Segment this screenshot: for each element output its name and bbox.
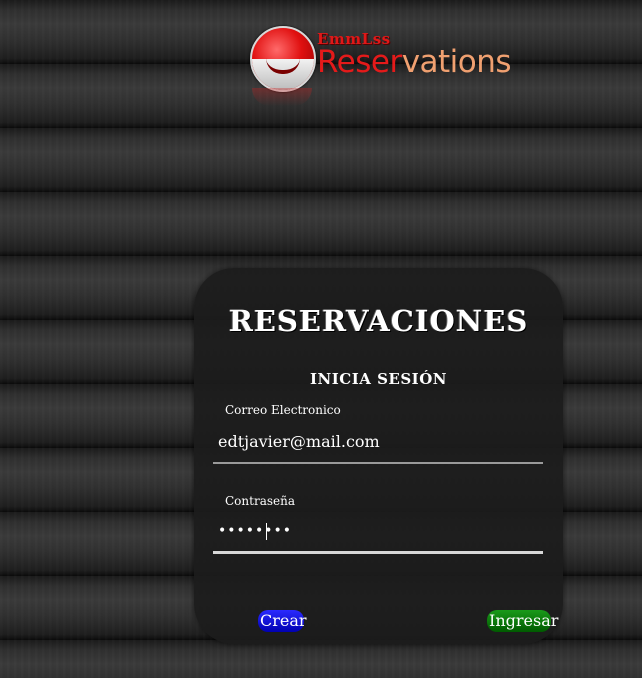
logo-title-part1: Reser bbox=[317, 44, 402, 80]
password-field[interactable]: •••••••• bbox=[213, 514, 543, 548]
logo-title-part2: vations bbox=[401, 44, 512, 80]
email-field[interactable] bbox=[213, 424, 543, 458]
login-button[interactable]: Ingresar bbox=[487, 610, 558, 632]
create-account-button[interactable]: Crear bbox=[258, 610, 307, 632]
login-card: RESERVACIONES INICIA SESIÓN Correo Elect… bbox=[194, 268, 563, 644]
email-underline bbox=[213, 462, 543, 464]
password-label: Contraseña bbox=[225, 494, 295, 508]
text-cursor bbox=[266, 523, 267, 540]
logo-title: Reservations bbox=[317, 44, 512, 80]
password-underline bbox=[213, 551, 543, 554]
ship-emblem-icon bbox=[250, 26, 316, 92]
login-subtitle: INICIA SESIÓN bbox=[310, 370, 447, 388]
page-title: RESERVACIONES bbox=[228, 304, 529, 338]
app-logo: EmmLss Reservations bbox=[250, 24, 520, 106]
email-label: Correo Electronico bbox=[225, 403, 341, 417]
logo-reflection bbox=[252, 88, 312, 106]
